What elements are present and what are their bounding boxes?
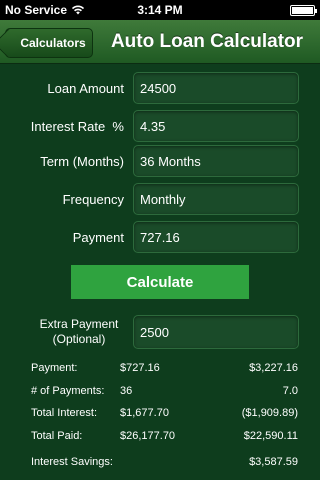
loan-amount-field[interactable]: 24500	[133, 72, 299, 104]
page-title: Auto Loan Calculator	[110, 31, 304, 52]
result-label: Total Interest:	[31, 407, 98, 419]
term-field[interactable]: 36 Months	[133, 145, 299, 177]
calculator-content: Loan Amount 24500 Interest Rate % 4.35 T…	[0, 64, 320, 480]
result-value: $1,677.70	[120, 407, 169, 419]
result-label: # of Payments:	[31, 385, 105, 397]
result-value-extra: 7.0	[282, 385, 298, 397]
interest-rate-label: Interest Rate %	[30, 118, 124, 134]
extra-payment-row: Extra Payment (Optional) 2500	[0, 315, 320, 349]
interest-rate-row: Interest Rate % 4.35	[0, 110, 320, 142]
carrier-text: No Service	[5, 3, 68, 17]
result-label: Total Paid:	[31, 430, 83, 442]
result-row-total-paid: Total Paid: $26,177.70 $22,590.11	[0, 430, 320, 446]
result-value-extra: ($1,909.89)	[241, 407, 298, 419]
result-value: $26,177.70	[120, 430, 176, 442]
result-value-extra: $3,227.16	[249, 362, 298, 374]
payment-label: Payment	[72, 229, 124, 245]
loan-amount-row: Loan Amount 24500	[0, 72, 320, 104]
result-value: 36	[120, 385, 133, 397]
extra-payment-field[interactable]: 2500	[133, 315, 299, 349]
extra-payment-label: Extra Payment (Optional)	[0, 315, 124, 349]
result-row-interest-savings: Interest Savings: $3,587.59	[0, 456, 320, 472]
loan-amount-label: Loan Amount	[47, 80, 124, 96]
frequency-label: Frequency	[62, 191, 124, 207]
interest-rate-field[interactable]: 4.35	[133, 110, 299, 142]
back-button-label: Calculators	[20, 36, 86, 50]
result-row-num-payments: # of Payments: 36 7.0	[0, 385, 320, 401]
status-left: No Service	[5, 3, 85, 17]
back-button[interactable]: Calculators	[5, 28, 93, 58]
wifi-icon	[71, 5, 85, 15]
term-label: Term (Months)	[40, 153, 124, 169]
extra-payment-label-line2: (Optional)	[52, 332, 106, 346]
result-value-extra: $3,587.59	[249, 456, 298, 468]
calculate-button[interactable]: Calculate	[71, 265, 249, 299]
term-row: Term (Months) 36 Months	[0, 145, 320, 177]
result-value-extra: $22,590.11	[243, 430, 298, 442]
frequency-row: Frequency Monthly	[0, 183, 320, 215]
result-row-total-interest: Total Interest: $1,677.70 ($1,909.89)	[0, 407, 320, 423]
result-label: Payment:	[31, 362, 78, 374]
battery-icon	[290, 4, 317, 16]
extra-payment-label-line1: Extra Payment	[39, 317, 119, 331]
result-row-payment: Payment: $727.16 $3,227.16	[0, 362, 320, 378]
status-bar: No Service 3:14 PM	[0, 0, 320, 20]
frequency-field[interactable]: Monthly	[133, 183, 299, 215]
result-value: $727.16	[120, 362, 160, 374]
nav-bar: Calculators Auto Loan Calculator	[0, 20, 320, 64]
result-label: Interest Savings:	[31, 456, 113, 468]
payment-row: Payment 727.16	[0, 221, 320, 253]
payment-field[interactable]: 727.16	[133, 221, 299, 253]
